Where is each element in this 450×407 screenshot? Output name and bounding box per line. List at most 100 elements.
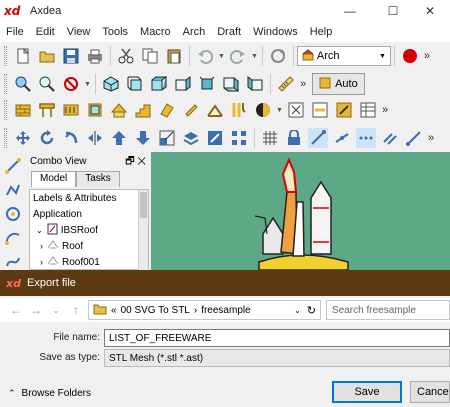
snap-lock-icon[interactable] — [284, 128, 304, 148]
menu-arch[interactable]: Arch — [183, 26, 206, 38]
breadcrumb-overflow[interactable]: « — [111, 305, 117, 316]
shape-to-sketch-icon[interactable] — [205, 128, 225, 148]
top-view-icon[interactable] — [149, 74, 169, 94]
refresh-icon[interactable] — [268, 46, 288, 66]
chevron-right-icon[interactable]: › — [40, 257, 43, 267]
axis-icon[interactable] — [286, 100, 306, 120]
isometric-view-icon[interactable] — [101, 74, 121, 94]
scale-icon[interactable] — [157, 128, 177, 148]
workbench-selector[interactable]: Arch ▼ — [296, 46, 391, 66]
tree-item-application[interactable]: Application — [30, 206, 148, 222]
save-button[interactable]: Save — [332, 381, 402, 403]
mirror-icon[interactable] — [85, 128, 105, 148]
chevron-down-icon[interactable]: ▼ — [251, 53, 258, 60]
menu-file[interactable]: File — [6, 26, 24, 38]
maximize-button[interactable]: ☐ — [373, 0, 413, 22]
panel-controls[interactable]: 🗗 ✕ — [125, 154, 146, 171]
section-plane-icon[interactable] — [310, 100, 330, 120]
tree-item-roof001[interactable]: › Roof001 — [30, 254, 148, 270]
structure-icon[interactable] — [37, 100, 57, 120]
menu-edit[interactable]: Edit — [36, 26, 55, 38]
breadcrumb-item[interactable]: 00 SVG To STL — [121, 305, 190, 316]
up-arrow-icon[interactable]: ↑ — [66, 300, 86, 320]
browse-folders-toggle[interactable]: ⌃ Browse Folders — [8, 388, 91, 399]
menu-draft[interactable]: Draft — [217, 26, 241, 38]
menu-macro[interactable]: Macro — [140, 26, 171, 38]
space-icon[interactable] — [334, 100, 354, 120]
tree-item-roof[interactable]: › Roof — [30, 238, 148, 254]
chevron-down-icon[interactable]: ⌄ — [36, 226, 43, 235]
search-input[interactable]: Search freesample — [326, 300, 450, 320]
chevron-down-icon[interactable]: ▼ — [276, 107, 283, 114]
chevron-right-icon[interactable]: › — [40, 241, 43, 251]
window-icon[interactable] — [85, 100, 105, 120]
array-icon[interactable] — [229, 128, 249, 148]
save-type-select[interactable]: STL Mesh (*.stl *.ast) — [104, 349, 450, 367]
open-folder-icon[interactable] — [37, 46, 57, 66]
upgrade-icon[interactable] — [109, 128, 129, 148]
cancel-button[interactable]: Cancel — [410, 381, 450, 403]
more-tools-button[interactable]: » — [428, 132, 434, 144]
more-tools-button[interactable]: » — [424, 50, 430, 62]
menu-view[interactable]: View — [67, 26, 91, 38]
snap-extension-icon[interactable] — [404, 128, 424, 148]
auto-button[interactable]: Auto — [312, 73, 365, 95]
roof-icon[interactable] — [109, 100, 129, 120]
chevron-down-icon[interactable]: ▼ — [218, 53, 225, 60]
snap-parallel-icon[interactable] — [380, 128, 400, 148]
menu-help[interactable]: Help — [310, 26, 333, 38]
close-button[interactable]: ✕ — [410, 0, 450, 22]
menu-windows[interactable]: Windows — [253, 26, 298, 38]
save-icon[interactable] — [61, 46, 81, 66]
breadcrumb-item[interactable]: freesample — [201, 305, 294, 316]
new-document-icon[interactable] — [13, 46, 33, 66]
rebar-icon[interactable] — [61, 100, 81, 120]
tree-item-ibsroof[interactable]: ⌄ IBSRoof — [30, 222, 148, 238]
snap-perpendicular-icon[interactable] — [356, 128, 376, 148]
forward-arrow-icon[interactable]: → — [26, 300, 46, 320]
line-icon[interactable] — [3, 156, 23, 176]
cut-icon[interactable] — [116, 46, 136, 66]
copy-icon[interactable] — [140, 46, 160, 66]
frame-icon[interactable] — [205, 100, 225, 120]
stairs-icon[interactable] — [133, 100, 153, 120]
back-arrow-icon[interactable]: ← — [6, 300, 26, 320]
offset-icon[interactable] — [61, 128, 81, 148]
minimize-button[interactable]: — — [330, 0, 370, 22]
right-view-icon[interactable] — [173, 74, 193, 94]
cut-plane-icon[interactable] — [253, 100, 273, 120]
pipe-icon[interactable] — [229, 100, 249, 120]
rotate-icon[interactable] — [37, 128, 57, 148]
left-view-icon[interactable] — [245, 74, 265, 94]
tab-model[interactable]: Model — [31, 171, 77, 187]
undo-icon[interactable] — [195, 46, 215, 66]
tree-scrollbar[interactable] — [138, 190, 148, 271]
fit-selection-icon[interactable] — [37, 74, 57, 94]
bspline-icon[interactable] — [3, 252, 23, 272]
layers-icon[interactable] — [181, 128, 201, 148]
fit-all-icon[interactable] — [13, 74, 33, 94]
paste-icon[interactable] — [164, 46, 184, 66]
equipment-icon[interactable] — [181, 100, 201, 120]
redo-icon[interactable] — [228, 46, 248, 66]
measure-distance-icon[interactable] — [276, 74, 296, 94]
bottom-view-icon[interactable] — [221, 74, 241, 94]
chevron-down-icon[interactable]: ⌄ — [294, 306, 301, 315]
address-bar[interactable]: « 00 SVG To STL › freesample ⌄ ↻ — [88, 300, 321, 320]
tab-tasks[interactable]: Tasks — [76, 171, 120, 187]
snap-midpoint-icon[interactable] — [332, 128, 352, 148]
print-icon[interactable] — [85, 46, 105, 66]
chevron-down-icon[interactable]: ▼ — [84, 81, 91, 88]
snap-endpoint-icon[interactable] — [308, 128, 328, 148]
draw-style-icon[interactable] — [61, 74, 81, 94]
refresh-icon[interactable]: ↻ — [307, 304, 316, 317]
panel-icon[interactable] — [157, 100, 177, 120]
circle-icon[interactable] — [3, 204, 23, 224]
more-tools-button[interactable]: » — [382, 104, 388, 116]
3d-viewport[interactable] — [151, 152, 450, 270]
arc-icon[interactable] — [3, 228, 23, 248]
file-name-field[interactable]: LIST_OF_FREEWARE — [104, 329, 450, 347]
move-icon[interactable] — [13, 128, 33, 148]
menu-tools[interactable]: Tools — [102, 26, 128, 38]
scrollbar-thumb[interactable] — [140, 192, 147, 218]
